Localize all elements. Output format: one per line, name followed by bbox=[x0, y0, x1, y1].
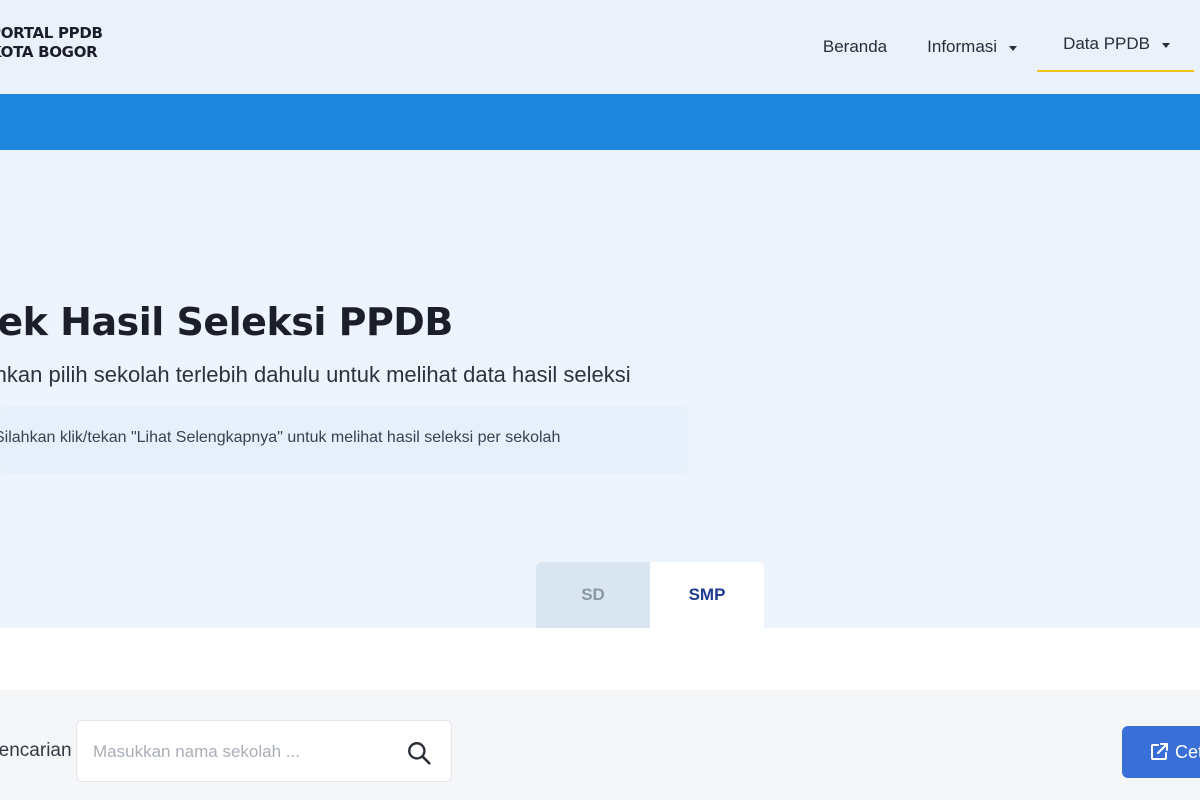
search-icon[interactable] bbox=[406, 740, 432, 766]
tab-sd-label: SD bbox=[581, 585, 605, 604]
print-button[interactable]: Cetak bbox=[1122, 726, 1200, 778]
main-nav: Beranda Informasi Data PPDB bbox=[823, 0, 1200, 94]
search-input[interactable] bbox=[93, 737, 393, 767]
site-logo[interactable]: PORTAL PPDB KOTA BOGOR bbox=[0, 24, 110, 62]
active-nav-underline bbox=[1037, 70, 1194, 72]
tab-smp-label: SMP bbox=[688, 585, 726, 604]
nav-beranda-label: Beranda bbox=[822, 37, 888, 56]
logo-line-2: KOTA BOGOR bbox=[0, 43, 98, 61]
tab-sd[interactable]: SD bbox=[536, 562, 650, 628]
tab-smp[interactable]: SMP bbox=[650, 562, 764, 628]
nav-informasi-label: Informasi bbox=[927, 37, 998, 56]
caret-down-icon bbox=[1162, 43, 1170, 48]
print-button-label: Cetak bbox=[1175, 741, 1200, 762]
search-box bbox=[76, 720, 452, 782]
blue-banner-bar bbox=[0, 94, 1200, 150]
page-title: Cek Hasil Seleksi PPDB bbox=[0, 300, 453, 344]
nav-beranda[interactable]: Beranda bbox=[823, 0, 887, 94]
info-notice: Silahkan klik/tekan "Lihat Selengkapnya"… bbox=[0, 406, 688, 474]
logo-line-1: PORTAL PPDB bbox=[0, 24, 103, 42]
external-link-icon bbox=[1151, 743, 1168, 760]
page-subtitle: Silahkan pilih sekolah terlebih dahulu u… bbox=[0, 362, 631, 387]
nav-data-ppdb-label: Data PPDB bbox=[1063, 34, 1150, 53]
top-navbar: PORTAL PPDB KOTA BOGOR Beranda Informasi… bbox=[0, 0, 1200, 94]
caret-down-icon bbox=[1009, 45, 1018, 51]
notice-text: Silahkan klik/tekan "Lihat Selengkapnya"… bbox=[0, 429, 561, 446]
nav-data-ppdb-dropdown[interactable]: Data PPDB bbox=[1037, 0, 1194, 94]
search-label: Pencarian : bbox=[0, 740, 82, 761]
nav-informasi-dropdown[interactable]: Informasi bbox=[927, 0, 1018, 94]
